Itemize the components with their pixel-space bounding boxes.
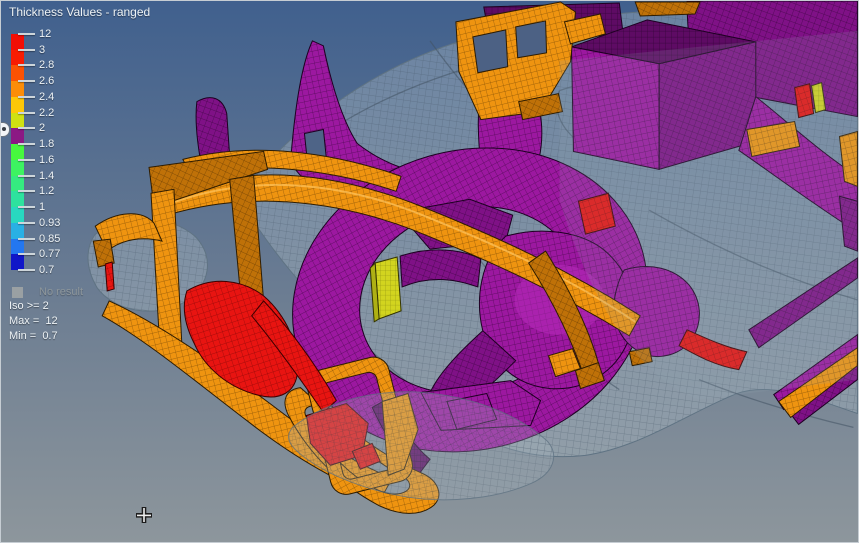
iso-slider-dot [2, 127, 6, 131]
bracket-top-edge [635, 2, 700, 16]
crosshair-glyph [136, 507, 152, 523]
top-bracket-hole-2 [516, 21, 547, 58]
yellow-box-front [375, 257, 401, 319]
crosshair-cursor [136, 507, 152, 523]
red-sliver-left [105, 262, 114, 291]
top-bracket-hole-1 [473, 30, 508, 73]
graphics-viewport[interactable]: Thickness Values - ranged 1232.82.62.42.… [0, 0, 859, 543]
model-canvas[interactable] [1, 1, 858, 542]
